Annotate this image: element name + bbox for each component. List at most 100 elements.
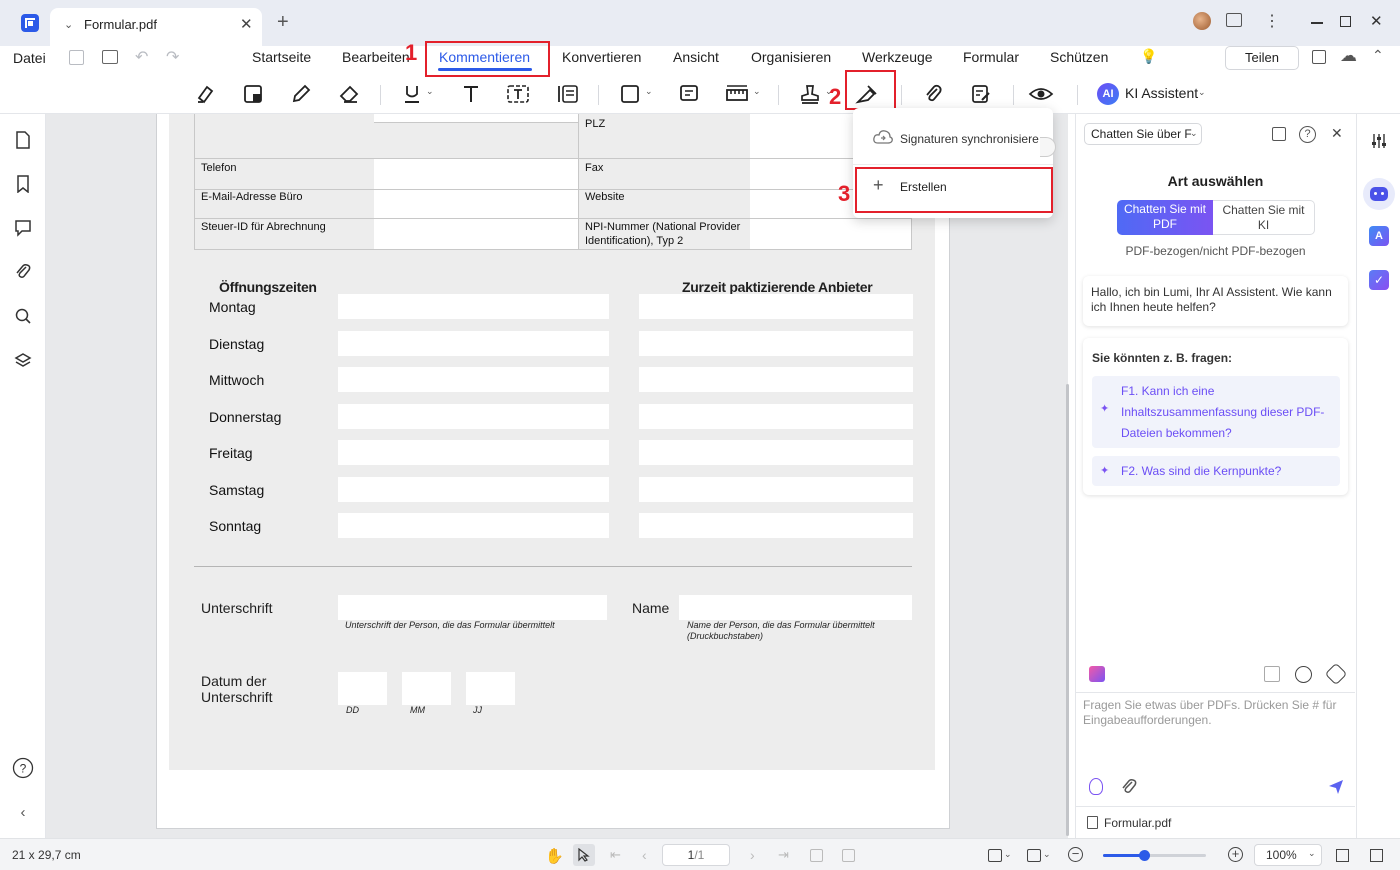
suggestion-q2[interactable]: ✦ F2. Was sind die Kernpunkte?	[1092, 456, 1340, 486]
zoom-level-select[interactable]: 100% ⌄	[1254, 844, 1322, 866]
pencil-icon[interactable]	[285, 78, 317, 110]
new-tab-button[interactable]: +	[277, 11, 289, 34]
page-number-input[interactable]: 1/1	[662, 844, 730, 866]
workflow-icon[interactable]	[1312, 50, 1326, 64]
vertical-scrollbar[interactable]	[1066, 384, 1069, 836]
date-month-field[interactable]	[402, 672, 451, 705]
chat-input[interactable]: Fragen Sie etwas über PDFs. Drücken Sie …	[1083, 698, 1348, 748]
feedback-icon[interactable]	[1226, 13, 1242, 27]
document-tab[interactable]: ⌄ Formular.pdf ✕	[50, 8, 262, 46]
sync-signatures-item[interactable]: Signaturen synchronisiere	[900, 132, 1039, 146]
provider-input-field[interactable]	[639, 294, 913, 319]
provider-input-field[interactable]	[639, 513, 913, 538]
menu-startseite[interactable]: Startseite	[252, 49, 311, 65]
ai-assistant-button[interactable]: AI KI Assistent ⌄	[1097, 82, 1209, 106]
send-icon[interactable]	[1327, 778, 1345, 796]
maximize-icon[interactable]	[1340, 16, 1351, 27]
highlight-tool-icon[interactable]	[189, 78, 221, 110]
share-button[interactable]: Teilen	[1225, 46, 1299, 70]
attach-icon[interactable]	[1120, 778, 1138, 796]
name-input-field[interactable]	[679, 595, 912, 620]
shape-rectangle-icon[interactable]	[614, 78, 646, 110]
hours-input-field[interactable]	[338, 331, 609, 356]
attachment-icon[interactable]	[11, 260, 35, 284]
help-icon[interactable]: ?	[11, 756, 35, 780]
fit-width-icon[interactable]	[842, 849, 855, 862]
hours-input-field[interactable]	[338, 440, 609, 465]
collapse-left-icon[interactable]: ‹	[11, 800, 35, 824]
callout-icon[interactable]	[551, 78, 583, 110]
more-icon[interactable]: ⋮	[1264, 11, 1280, 31]
chat-mode-dropdown[interactable]: Chatten Sie über F ⌄	[1084, 123, 1202, 145]
close-panel-icon[interactable]: ✕	[1331, 125, 1343, 142]
collapse-icon[interactable]: ⌃	[1372, 47, 1384, 64]
help-icon[interactable]: ?	[1299, 126, 1316, 143]
close-tab-icon[interactable]: ✕	[240, 15, 253, 33]
menu-formular[interactable]: Formular	[963, 49, 1019, 65]
menu-organisieren[interactable]: Organisieren	[751, 49, 831, 65]
undo-icon[interactable]: ↶	[135, 47, 148, 67]
menu-bearbeiten[interactable]: Bearbeiten	[342, 49, 410, 65]
sticky-note-icon[interactable]	[237, 78, 269, 110]
pdf-summary-icon[interactable]	[1272, 127, 1286, 141]
ai-robot-icon[interactable]	[1363, 178, 1395, 210]
lightbulb-icon[interactable]	[1089, 778, 1103, 795]
chevron-down-icon[interactable]: ⌄	[645, 86, 653, 97]
fit-page-icon[interactable]	[810, 849, 823, 862]
zoom-out-icon[interactable]: −	[1068, 847, 1083, 862]
collapse-status-icon[interactable]	[1370, 849, 1383, 862]
hours-input-field[interactable]	[338, 404, 609, 429]
form-edit-icon[interactable]	[965, 78, 997, 110]
layers-icon[interactable]	[11, 348, 35, 372]
chevron-down-icon[interactable]: ⌄	[426, 86, 434, 97]
npi-input-field[interactable]	[750, 219, 911, 249]
text-box-icon[interactable]	[502, 78, 534, 110]
translate-icon[interactable]: A	[1369, 226, 1389, 246]
measure-icon[interactable]	[721, 78, 753, 110]
tax-input-field[interactable]	[374, 219, 578, 249]
save-icon[interactable]	[69, 50, 84, 65]
menu-ansicht[interactable]: Ansicht	[673, 49, 719, 65]
signature-input-field[interactable]	[338, 595, 607, 620]
text-tool-icon[interactable]	[455, 78, 487, 110]
print-icon[interactable]	[102, 50, 118, 64]
provider-input-field[interactable]	[639, 440, 913, 465]
close-window-icon[interactable]: ✕	[1370, 12, 1383, 30]
address-input-field[interactable]	[374, 114, 578, 123]
chevron-down-icon[interactable]: ⌄	[1004, 849, 1012, 860]
avatar[interactable]	[1193, 12, 1211, 30]
stamp-icon[interactable]	[794, 78, 826, 110]
properties-icon[interactable]	[1370, 132, 1388, 150]
menu-werkzeuge[interactable]: Werkzeuge	[862, 49, 933, 65]
hours-input-field[interactable]	[338, 513, 609, 538]
chevron-down-icon[interactable]: ⌄	[1043, 849, 1051, 860]
first-page-icon[interactable]: ⇤	[610, 847, 621, 863]
new-chat-icon[interactable]	[1264, 666, 1280, 682]
bookmark-icon[interactable]	[11, 172, 35, 196]
eye-icon[interactable]	[1025, 78, 1057, 110]
comment-icon[interactable]	[11, 216, 35, 240]
last-page-icon[interactable]: ⇥	[778, 847, 789, 863]
minimize-icon[interactable]	[1311, 22, 1323, 24]
redo-icon[interactable]: ↷	[166, 47, 179, 67]
menu-schuetzen[interactable]: Schützen	[1050, 49, 1108, 65]
toggle-chat-ai[interactable]: Chatten Sie mit KI	[1213, 200, 1315, 235]
suggestion-q1[interactable]: ✦ F1. Kann ich eine Inhaltszusammenfassu…	[1092, 376, 1340, 448]
select-tool-icon[interactable]	[573, 844, 595, 866]
history-icon[interactable]	[1295, 666, 1312, 683]
phone-input-field[interactable]	[374, 159, 578, 189]
toggle-chat-pdf[interactable]: Chatten Sie mit PDF	[1117, 200, 1213, 235]
prompt-library-icon[interactable]	[1089, 666, 1105, 682]
page-thumbnail-icon[interactable]	[11, 128, 35, 152]
search-icon[interactable]	[11, 304, 35, 328]
lightbulb-icon[interactable]: 💡	[1140, 48, 1157, 65]
zoom-slider-handle[interactable]	[1139, 850, 1150, 861]
hours-input-field[interactable]	[338, 294, 609, 319]
fullscreen-icon[interactable]	[1336, 849, 1349, 862]
cloud-upload-icon[interactable]: ☁	[1340, 46, 1357, 66]
eraser-icon[interactable]	[333, 78, 365, 110]
page-layout-icon[interactable]	[988, 849, 1002, 862]
hand-tool-icon[interactable]: ✋	[545, 847, 564, 865]
next-page-icon[interactable]: ›	[750, 847, 755, 863]
hours-input-field[interactable]	[338, 367, 609, 392]
